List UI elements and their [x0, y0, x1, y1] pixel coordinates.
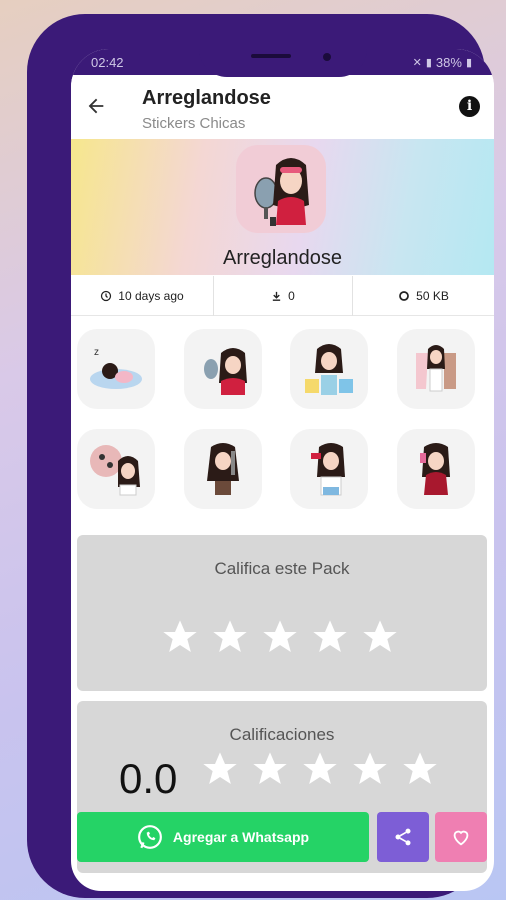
rate-stars [160, 617, 400, 657]
phone-frame: 02:42 ✕ ▮ 38% ▮ Arreglandose Stickers Ch… [27, 14, 494, 898]
front-camera [323, 53, 331, 61]
average-star-4 [350, 749, 390, 789]
camera-notch [199, 49, 367, 77]
rate-star-3[interactable] [260, 617, 300, 657]
add-to-whatsapp-label: Agregar a Whatsapp [172, 829, 310, 845]
back-arrow-icon[interactable] [85, 95, 107, 117]
average-star-5 [400, 749, 440, 789]
meta-downloads-text: 0 [288, 289, 295, 303]
average-star-2 [250, 749, 290, 789]
pack-thumbnail [236, 145, 326, 233]
svg-text:z: z [94, 347, 99, 358]
shopping-bags-sticker[interactable] [290, 329, 368, 409]
rate-star-2[interactable] [210, 617, 250, 657]
status-icons: ✕ ▮ 38% ▮ [413, 55, 472, 70]
meta-downloads: 0 [213, 276, 353, 316]
mirror-makeup-sticker[interactable] [184, 329, 262, 409]
average-star-3 [300, 749, 340, 789]
heart-icon [453, 830, 469, 846]
average-score: 0.0 [119, 755, 178, 802]
meta-age: 10 days ago [71, 276, 213, 316]
page-subtitle: Stickers Chicas [142, 115, 246, 132]
signal-icon: ▮ [425, 57, 432, 69]
share-button[interactable] [377, 812, 429, 862]
app-screen: 02:42 ✕ ▮ 38% ▮ Arreglandose Stickers Ch… [71, 49, 494, 891]
makeup-thoughts-sticker[interactable] [77, 429, 155, 509]
average-star-1 [200, 749, 240, 789]
average-stars [200, 749, 440, 789]
status-time: 02:42 [91, 55, 124, 70]
download-icon [272, 291, 281, 301]
favorite-button[interactable] [435, 812, 487, 862]
app-bar: Arreglandose Stickers Chicas i [71, 77, 494, 139]
pack-banner: Arreglandose [71, 139, 494, 275]
sleeping-girl-sticker[interactable]: z [77, 329, 155, 409]
whatsapp-icon [138, 825, 162, 849]
lipstick-sticker[interactable] [290, 429, 368, 509]
meta-size-text: 50 KB [416, 289, 449, 303]
meta-age-text: 10 days ago [118, 289, 184, 303]
rate-star-4[interactable] [310, 617, 350, 657]
page-title: Arreglandose [142, 87, 271, 109]
makeup-girl-icon [254, 158, 309, 226]
speaker-grille [251, 54, 291, 58]
perfume-sticker[interactable] [397, 429, 475, 509]
rate-star-5[interactable] [360, 617, 400, 657]
battery-icon: ▮ [465, 57, 472, 69]
info-icon[interactable]: i [459, 96, 480, 117]
add-to-whatsapp-button[interactable]: Agregar a Whatsapp [77, 812, 369, 862]
hair-straightener-sticker[interactable] [184, 429, 262, 509]
rate-pack-card: Califica este Pack [77, 535, 487, 691]
rate-pack-title: Califica este Pack [214, 559, 350, 578]
action-bar: Agregar a Whatsapp [77, 812, 489, 862]
rate-star-1[interactable] [160, 617, 200, 657]
clock-icon [101, 290, 112, 302]
clothes-choice-sticker[interactable] [397, 329, 475, 409]
pack-name: Arreglandose [223, 247, 342, 269]
mute-icon: ✕ [412, 57, 422, 69]
share-icon [395, 828, 411, 846]
meta-size: 50 KB [353, 276, 494, 316]
battery-text: 38% [435, 55, 462, 70]
ratings-title: Calificaciones [229, 725, 335, 744]
pack-meta-bar: 10 days ago 0 50 KB [71, 276, 494, 316]
storage-icon [399, 291, 410, 301]
